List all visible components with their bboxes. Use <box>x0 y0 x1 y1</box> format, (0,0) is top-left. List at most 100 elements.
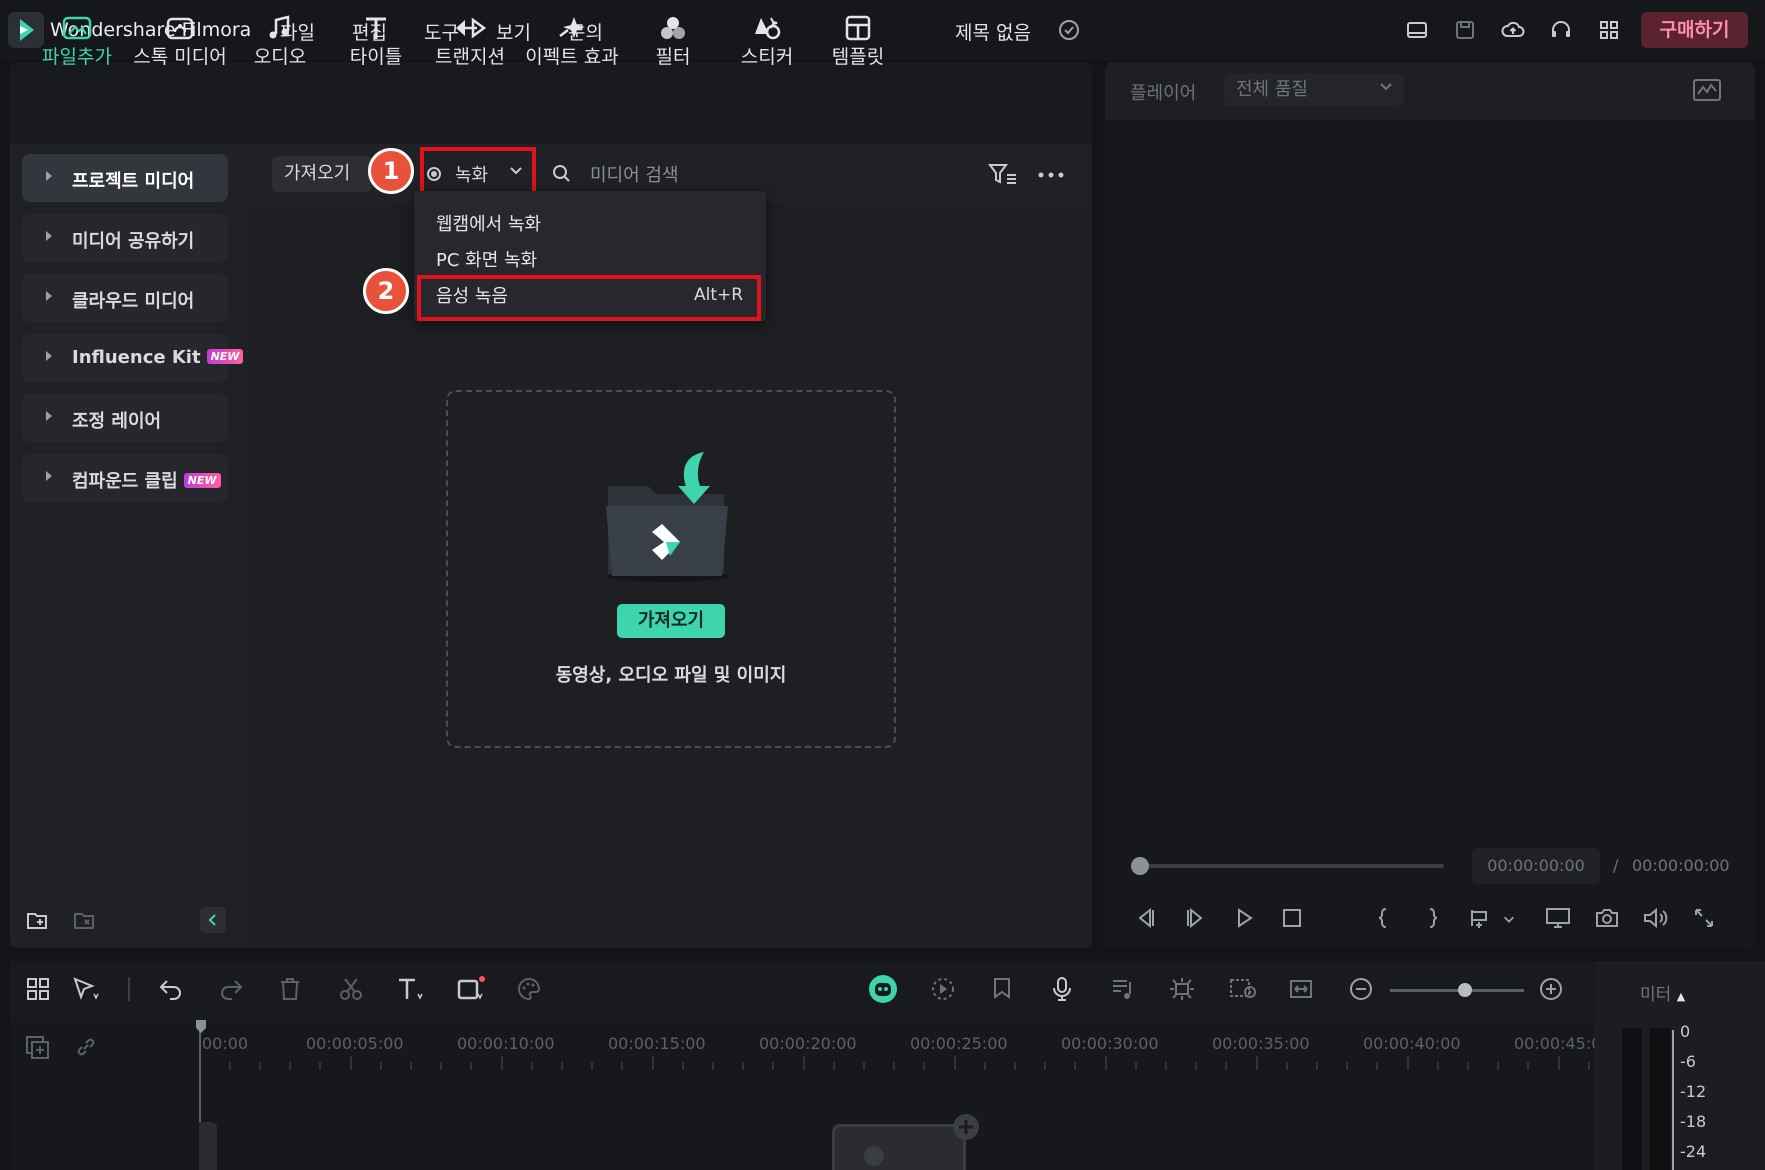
sidebar-item-label: Influence Kit NEW <box>72 347 244 368</box>
tab-stock-media[interactable]: 스톡 미디어 <box>130 0 230 82</box>
meter-bar-left <box>1622 1028 1642 1170</box>
audio-mix-icon[interactable] <box>1110 976 1136 1002</box>
buy-button[interactable]: 구매하기 <box>1641 12 1748 48</box>
sidebar-item-shared-media[interactable]: 미디어 공유하기 <box>22 214 228 262</box>
music-note-icon <box>269 15 290 39</box>
sidebar-item-influence-kit[interactable]: Influence Kit NEW <box>22 334 244 382</box>
redo-icon[interactable] <box>218 976 244 1002</box>
zoom-slider-handle[interactable] <box>1458 983 1472 997</box>
ruler-label: 00:00:15:00 <box>608 1034 706 1053</box>
delete-folder-icon[interactable] <box>73 910 97 932</box>
undo-icon[interactable] <box>158 976 184 1002</box>
sticker-icon <box>755 17 781 40</box>
current-timecode[interactable]: 00:00:00:00 <box>1472 848 1600 884</box>
tab-audio[interactable]: 오디오 <box>248 0 312 82</box>
link-icon[interactable] <box>74 1035 98 1059</box>
color-palette-icon[interactable] <box>516 976 542 1002</box>
waveform-monitor-icon[interactable] <box>1692 78 1722 102</box>
motion-tracking-icon[interactable] <box>1168 976 1196 1002</box>
mark-in-icon[interactable] <box>1372 906 1396 930</box>
meter-title-label: 미터 <box>1640 985 1672 1005</box>
crop-shape-icon[interactable] <box>456 976 486 1002</box>
ruler-label: 00:00 <box>202 1034 249 1053</box>
playback-progress-track[interactable] <box>1140 864 1444 868</box>
check-circle-icon <box>1059 20 1079 40</box>
menu-item-screen-record[interactable]: PC 화면 녹화 <box>436 246 537 272</box>
player-label: 플레이어 <box>1130 83 1197 104</box>
next-frame-icon[interactable] <box>1183 906 1207 930</box>
sidebar-item-label: 조정 레이어 <box>72 411 162 432</box>
tab-filters-label: 필터 <box>655 46 691 68</box>
filter-sort-icon[interactable] <box>988 162 1018 186</box>
insert-clip-icon[interactable] <box>1468 906 1492 930</box>
filter-circles-icon <box>661 17 685 39</box>
sidebar-item-label: 미디어 공유하기 <box>72 231 195 252</box>
tab-stickers[interactable]: 스티커 <box>735 0 799 82</box>
tab-transitions[interactable]: 트랜지션 <box>432 0 508 82</box>
chevron-down-icon[interactable] <box>1502 912 1516 926</box>
tab-effects[interactable]: 이펙트 효과 <box>520 0 624 82</box>
sidebar-item-cloud-media[interactable]: 클라우드 미디어 <box>22 274 228 322</box>
tab-import-label: 파일추가 <box>42 46 112 68</box>
marker-icon[interactable] <box>990 976 1014 1002</box>
scissors-icon[interactable] <box>338 976 364 1002</box>
import-media-icon <box>62 16 92 40</box>
more-options-icon[interactable] <box>1038 172 1064 178</box>
tab-import[interactable]: 파일추가 <box>38 0 116 82</box>
new-folder-icon[interactable] <box>26 910 50 932</box>
sidebar-item-compound-clip[interactable]: 컴파운드 클립 NEW <box>22 454 228 502</box>
meter-scale-label: 0 <box>1680 1022 1691 1041</box>
expand-arrow-icon <box>46 411 52 421</box>
ruler-label: 00:00:45:0 <box>1514 1034 1602 1053</box>
save-icon[interactable] <box>1453 18 1477 42</box>
apps-grid-icon[interactable] <box>1597 18 1621 42</box>
ruler-label: 00:00:40:00 <box>1363 1034 1461 1053</box>
playhead-handle[interactable] <box>196 1020 206 1034</box>
search-input[interactable]: 미디어 검색 <box>590 161 679 187</box>
mark-out-icon[interactable] <box>1420 906 1444 930</box>
cloud-upload-icon[interactable] <box>1501 18 1525 42</box>
delete-icon[interactable] <box>278 976 302 1002</box>
microphone-icon[interactable] <box>1050 976 1074 1002</box>
fit-timeline-icon[interactable] <box>1288 976 1314 1002</box>
menu-item-webcam-record[interactable]: 웹캠에서 녹화 <box>436 210 541 236</box>
preview-render-icon[interactable] <box>1228 976 1258 1002</box>
sidebar-item-project-media[interactable]: 프로젝트 미디어 <box>22 154 228 202</box>
layout-icon[interactable] <box>1405 18 1429 42</box>
display-icon[interactable] <box>1545 906 1571 930</box>
text-tool-icon[interactable] <box>396 976 426 1002</box>
add-track-icon[interactable] <box>25 1035 51 1059</box>
tab-transitions-label: 트랜지션 <box>435 46 505 68</box>
fullscreen-icon[interactable] <box>1692 906 1716 930</box>
sidebar-item-adjustment-layer[interactable]: 조정 레이어 <box>22 394 228 442</box>
tab-filters[interactable]: 필터 <box>644 0 702 82</box>
project-title: 제목 없음 <box>955 22 1031 44</box>
select-cursor-icon[interactable] <box>72 976 100 1002</box>
voice-record-highlight <box>417 275 761 321</box>
headset-icon[interactable] <box>1549 18 1573 42</box>
import-media-button[interactable]: 가져오기 <box>617 604 725 638</box>
volume-icon[interactable] <box>1642 906 1668 930</box>
collapse-sidebar-button[interactable] <box>200 907 226 933</box>
tab-titles[interactable]: 타이틀 <box>340 0 412 82</box>
layout-grid-icon[interactable] <box>25 976 51 1002</box>
media-sidebar <box>10 144 250 948</box>
prev-frame-icon[interactable] <box>1134 906 1158 930</box>
quality-select[interactable]: 전체 품질 <box>1224 73 1404 107</box>
ruler-label: 00:00:30:00 <box>1061 1034 1159 1053</box>
playback-progress-handle[interactable] <box>1131 857 1149 875</box>
drop-media-placeholder[interactable] <box>832 1124 966 1170</box>
play-icon[interactable] <box>1232 906 1256 930</box>
stop-icon[interactable] <box>1280 906 1304 930</box>
ai-assistant-icon[interactable] <box>868 974 898 1004</box>
zoom-out-icon[interactable] <box>1348 976 1374 1002</box>
tab-templates[interactable]: 템플릿 <box>826 0 890 82</box>
track-header-tab[interactable] <box>199 1122 217 1170</box>
import-button[interactable]: 가져오기 <box>272 156 372 192</box>
zoom-slider-track[interactable] <box>1390 989 1524 992</box>
meter-title[interactable]: 미터 ▲ <box>1640 980 1685 1005</box>
snapshot-camera-icon[interactable] <box>1594 906 1620 930</box>
add-media-plus-icon[interactable] <box>952 1113 980 1141</box>
zoom-in-icon[interactable] <box>1538 976 1564 1002</box>
auto-render-icon[interactable] <box>930 976 956 1002</box>
